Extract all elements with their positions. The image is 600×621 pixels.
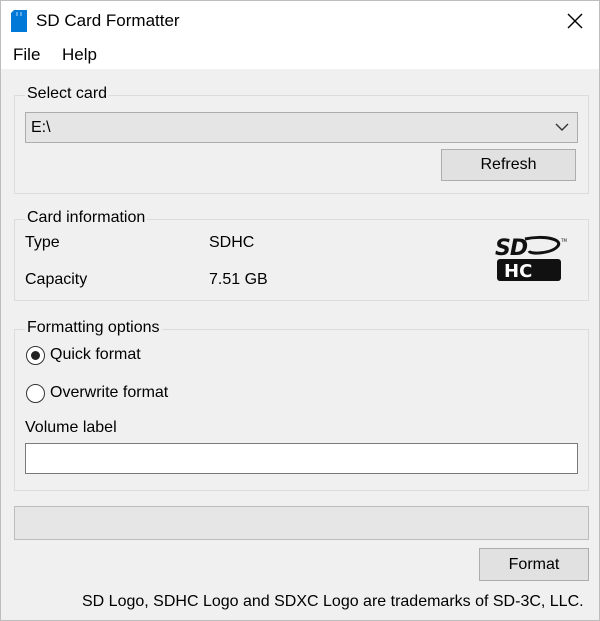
card-information-legend: Card information [25,209,148,227]
menu-file[interactable]: File [13,45,40,65]
formatting-options-legend: Formatting options [25,319,162,337]
sd-card-icon [11,10,27,32]
quick-format-radio[interactable] [26,346,45,365]
svg-text:HC: HC [504,261,532,282]
trademark-notice: SD Logo, SDHC Logo and SDXC Logo are tra… [82,593,584,610]
menu-help[interactable]: Help [62,45,97,65]
select-card-legend: Select card [25,85,110,103]
capacity-value: 7.51 GB [209,271,268,288]
format-progress-bar [14,506,589,540]
volume-label-input[interactable] [25,443,578,474]
overwrite-format-label[interactable]: Overwrite format [50,384,168,402]
volume-label-caption: Volume label [25,419,117,436]
title-bar: SD Card Formatter [1,1,599,41]
sd-card-formatter-window: SD Card Formatter File Help Select card … [0,0,600,621]
card-select-dropdown[interactable]: E:\ [25,112,578,143]
type-label: Type [25,234,60,251]
card-select-value: E:\ [31,119,51,136]
format-button[interactable]: Format [479,548,589,581]
radio-selected-dot [31,351,40,360]
refresh-button[interactable]: Refresh [441,149,576,181]
quick-format-label[interactable]: Quick format [50,346,141,364]
capacity-label: Capacity [25,271,88,288]
type-value: SDHC [209,234,255,251]
close-icon [567,13,583,29]
chevron-down-icon [555,123,569,131]
overwrite-format-radio[interactable] [26,384,45,403]
svg-text:SD: SD [495,236,528,261]
close-button[interactable] [553,3,597,39]
menu-bar: File Help [1,41,599,69]
window-title: SD Card Formatter [36,11,180,30]
sdhc-logo-icon: SD TM HC [495,235,567,282]
svg-text:TM: TM [560,238,567,243]
